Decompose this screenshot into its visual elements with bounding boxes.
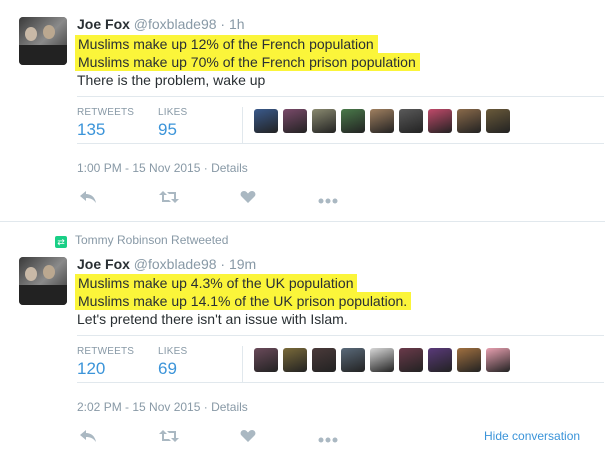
author-handle[interactable]: @foxblade98 [134,16,217,32]
liker-avatar[interactable] [486,109,510,133]
tweet-time[interactable]: 1h [229,16,245,32]
liker-avatar[interactable] [399,109,423,133]
retweets-count[interactable]: 135 [77,120,134,140]
hide-conversation-link[interactable]: Hide conversation [484,429,580,443]
author-name[interactable]: Joe Fox [77,16,130,32]
retweet-icon[interactable] [158,429,180,449]
retweet-context-icon: ⇄ [55,236,67,248]
retweet-icon[interactable] [158,190,180,210]
tweet-line: There is the problem, wake up [77,72,266,88]
tweet-stats: RETWEETS 135 LIKES 95 [77,96,604,144]
more-icon[interactable] [317,429,339,449]
liker-avatar[interactable] [457,348,481,372]
likes-stat[interactable]: LIKES 69 [158,346,187,379]
tweet-time[interactable]: 19m [229,256,256,272]
like-icon[interactable] [237,190,259,210]
tweet-text: Muslims make up 12% of the French popula… [75,35,420,89]
retweets-label: RETWEETS [77,107,135,118]
likes-count[interactable]: 95 [158,120,187,140]
tweet-actions [77,190,377,210]
author-name[interactable]: Joe Fox [77,256,130,272]
liker-avatar[interactable] [312,109,336,133]
liker-avatar[interactable] [399,348,423,372]
tweet[interactable]: Joe Fox @foxblade98 · 1h Muslims make up… [0,0,605,222]
liker-avatar[interactable] [312,348,336,372]
tweet-text: Muslims make up 4.3% of the UK populatio… [75,274,412,328]
liker-avatar[interactable] [254,109,278,133]
divider [242,346,243,382]
retweets-stat[interactable]: RETWEETS 120 [77,346,134,379]
reply-icon[interactable] [77,429,99,449]
liker-avatar[interactable] [486,348,510,372]
tweet-meta: 1:00 PM - 15 Nov 2015 · Details [77,161,248,175]
liker-avatar[interactable] [283,109,307,133]
tweet-header: Joe Fox @foxblade98 · 1h [77,15,245,33]
liker-avatar[interactable] [341,348,365,372]
retweets-count[interactable]: 120 [77,359,134,379]
reply-icon[interactable] [77,190,99,210]
details-link[interactable]: Details [211,161,248,175]
separator: · [220,16,226,32]
tweet-stats: RETWEETS 120 LIKES 69 [77,335,604,383]
liker-avatar[interactable] [283,348,307,372]
liker-avatar[interactable] [341,109,365,133]
author-avatar[interactable] [19,257,67,305]
liker-avatar[interactable] [457,109,481,133]
likes-stat[interactable]: LIKES 95 [158,107,187,140]
retweeted-by[interactable]: Tommy Robinson Retweeted [75,233,228,247]
more-icon[interactable] [317,190,339,210]
likes-label: LIKES [158,346,188,357]
liker-avatar[interactable] [428,348,452,372]
author-avatar[interactable] [19,17,67,65]
timestamp: 1:00 PM - 15 Nov 2015 [77,161,201,175]
liker-avatar[interactable] [254,348,278,372]
retweets-label: RETWEETS [77,346,135,357]
highlighted-line: Muslims make up 12% of the French popula… [75,35,378,53]
likes-label: LIKES [158,107,188,118]
separator: · [220,256,226,272]
liker-avatar[interactable] [428,109,452,133]
liker-avatar[interactable] [370,109,394,133]
tweet-line: Let's pretend there isn't an issue with … [77,311,348,327]
retweets-stat[interactable]: RETWEETS 135 [77,107,134,140]
tweet-header: Joe Fox @foxblade98 · 19m [77,255,256,273]
author-handle[interactable]: @foxblade98 [134,256,217,272]
likes-count[interactable]: 69 [158,359,187,379]
highlighted-line: Muslims make up 4.3% of the UK populatio… [75,274,358,292]
timestamp: 2:02 PM - 15 Nov 2015 [77,400,201,414]
divider [242,107,243,143]
retweet-context: ⇄ Tommy Robinson Retweeted [55,233,228,248]
tweet-actions [77,429,377,449]
details-link[interactable]: Details [211,400,248,414]
highlighted-line: Muslims make up 70% of the French prison… [75,53,420,71]
highlighted-line: Muslims make up 14.1% of the UK prison p… [75,292,412,310]
liker-avatar[interactable] [370,348,394,372]
tweet[interactable]: ⇄ Tommy Robinson Retweeted Joe Fox @foxbl… [0,223,605,464]
tweet-meta: 2:02 PM - 15 Nov 2015 · Details [77,400,248,414]
like-icon[interactable] [237,429,259,449]
